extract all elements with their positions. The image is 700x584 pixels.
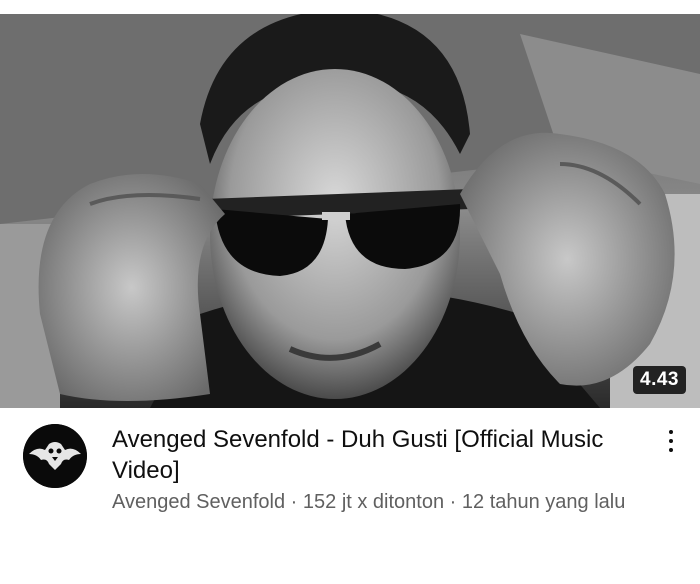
meta-separator: · [285, 491, 303, 513]
kebab-dot [669, 448, 673, 452]
more-vert-icon[interactable] [656, 424, 686, 464]
meta-separator: · [444, 491, 462, 513]
thumbnail-image [0, 14, 700, 408]
view-count: 152 jt x ditonton [302, 491, 445, 513]
video-metadata: Avenged Sevenfold · 152 jt x ditonton · … [112, 489, 662, 516]
kebab-dot [669, 430, 673, 434]
upload-age: 12 tahun yang lalu [461, 491, 626, 513]
video-info: Avenged Sevenfold - Duh Gusti [Official … [0, 408, 700, 584]
video-title[interactable]: Avenged Sevenfold - Duh Gusti [Official … [112, 424, 642, 486]
kebab-dot [669, 439, 673, 443]
channel-name[interactable]: Avenged Sevenfold [112, 491, 285, 513]
video-thumbnail[interactable]: 4.43 [0, 14, 700, 408]
duration-badge: 4.43 [633, 366, 686, 394]
channel-avatar[interactable] [23, 424, 87, 488]
deathbat-logo [23, 424, 87, 488]
